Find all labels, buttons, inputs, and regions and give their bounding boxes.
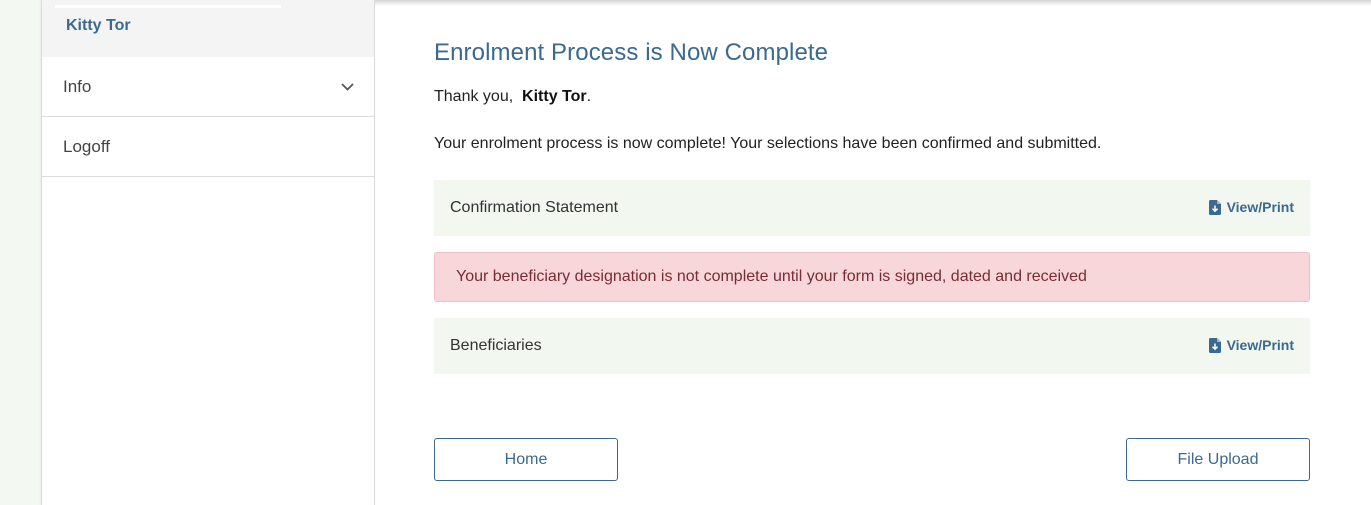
- thanks-suffix: .: [586, 88, 592, 105]
- page: Kitty Tor Info Logoff Enrolment Process …: [0, 0, 1371, 505]
- beneficiaries-row: Beneficiaries View/Print: [434, 318, 1310, 374]
- page-title: Enrolment Process is Now Complete: [434, 39, 829, 66]
- sidebar-item-logoff[interactable]: Logoff: [42, 117, 374, 177]
- document-label: Beneficiaries: [450, 337, 542, 354]
- file-download-icon: [1208, 199, 1221, 215]
- sidebar-item-label: Info: [63, 76, 92, 96]
- completion-message: Your enrolment process is now complete! …: [434, 135, 1102, 152]
- view-print-link[interactable]: View/Print: [1208, 199, 1294, 215]
- sidebar-item-label: Logoff: [63, 136, 110, 156]
- confirmation-statement-row: Confirmation Statement View/Print: [434, 180, 1310, 236]
- file-download-icon: [1208, 337, 1221, 353]
- sidebar-user-header: Kitty Tor: [42, 0, 374, 57]
- sidebar-item-info[interactable]: Info: [42, 57, 374, 117]
- document-label: Confirmation Statement: [450, 199, 619, 216]
- view-print-label: View/Print: [1226, 337, 1294, 353]
- top-shadow: [375, 0, 1371, 6]
- sidebar: Kitty Tor Info Logoff: [41, 0, 375, 505]
- file-upload-button[interactable]: File Upload: [1126, 438, 1310, 481]
- view-print-label: View/Print: [1226, 199, 1294, 215]
- chevron-down-icon[interactable]: [341, 80, 354, 93]
- main-content: Enrolment Process is Now Complete Thank …: [375, 0, 1371, 505]
- thanks-prefix: Thank you,: [434, 88, 514, 105]
- thanks-name: Kitty Tor: [522, 88, 587, 105]
- sidebar-user-name: Kitty Tor: [66, 17, 131, 34]
- home-button[interactable]: Home: [434, 438, 618, 481]
- sidebar-tab-indicator: [55, 5, 281, 8]
- view-print-link[interactable]: View/Print: [1208, 337, 1294, 353]
- thank-you-text: Thank you, Kitty Tor.: [434, 88, 591, 106]
- beneficiary-alert: Your beneficiary designation is not comp…: [434, 252, 1310, 302]
